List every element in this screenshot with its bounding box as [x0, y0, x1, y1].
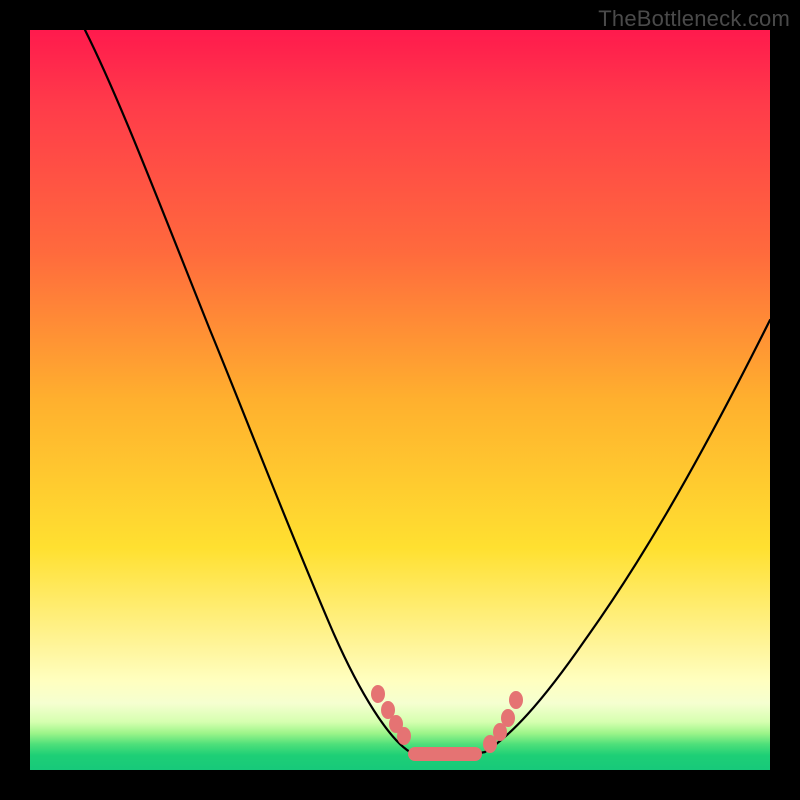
marker-dot	[397, 727, 411, 745]
left-curve	[85, 30, 410, 752]
marker-dot	[501, 709, 515, 727]
right-curve	[485, 320, 770, 752]
marker-pill	[408, 747, 482, 761]
plot-area	[30, 30, 770, 770]
watermark-text: TheBottleneck.com	[598, 6, 790, 32]
outer-frame: TheBottleneck.com	[0, 0, 800, 800]
marker-dot	[509, 691, 523, 709]
marker-dot	[371, 685, 385, 703]
curve-layer	[30, 30, 770, 770]
